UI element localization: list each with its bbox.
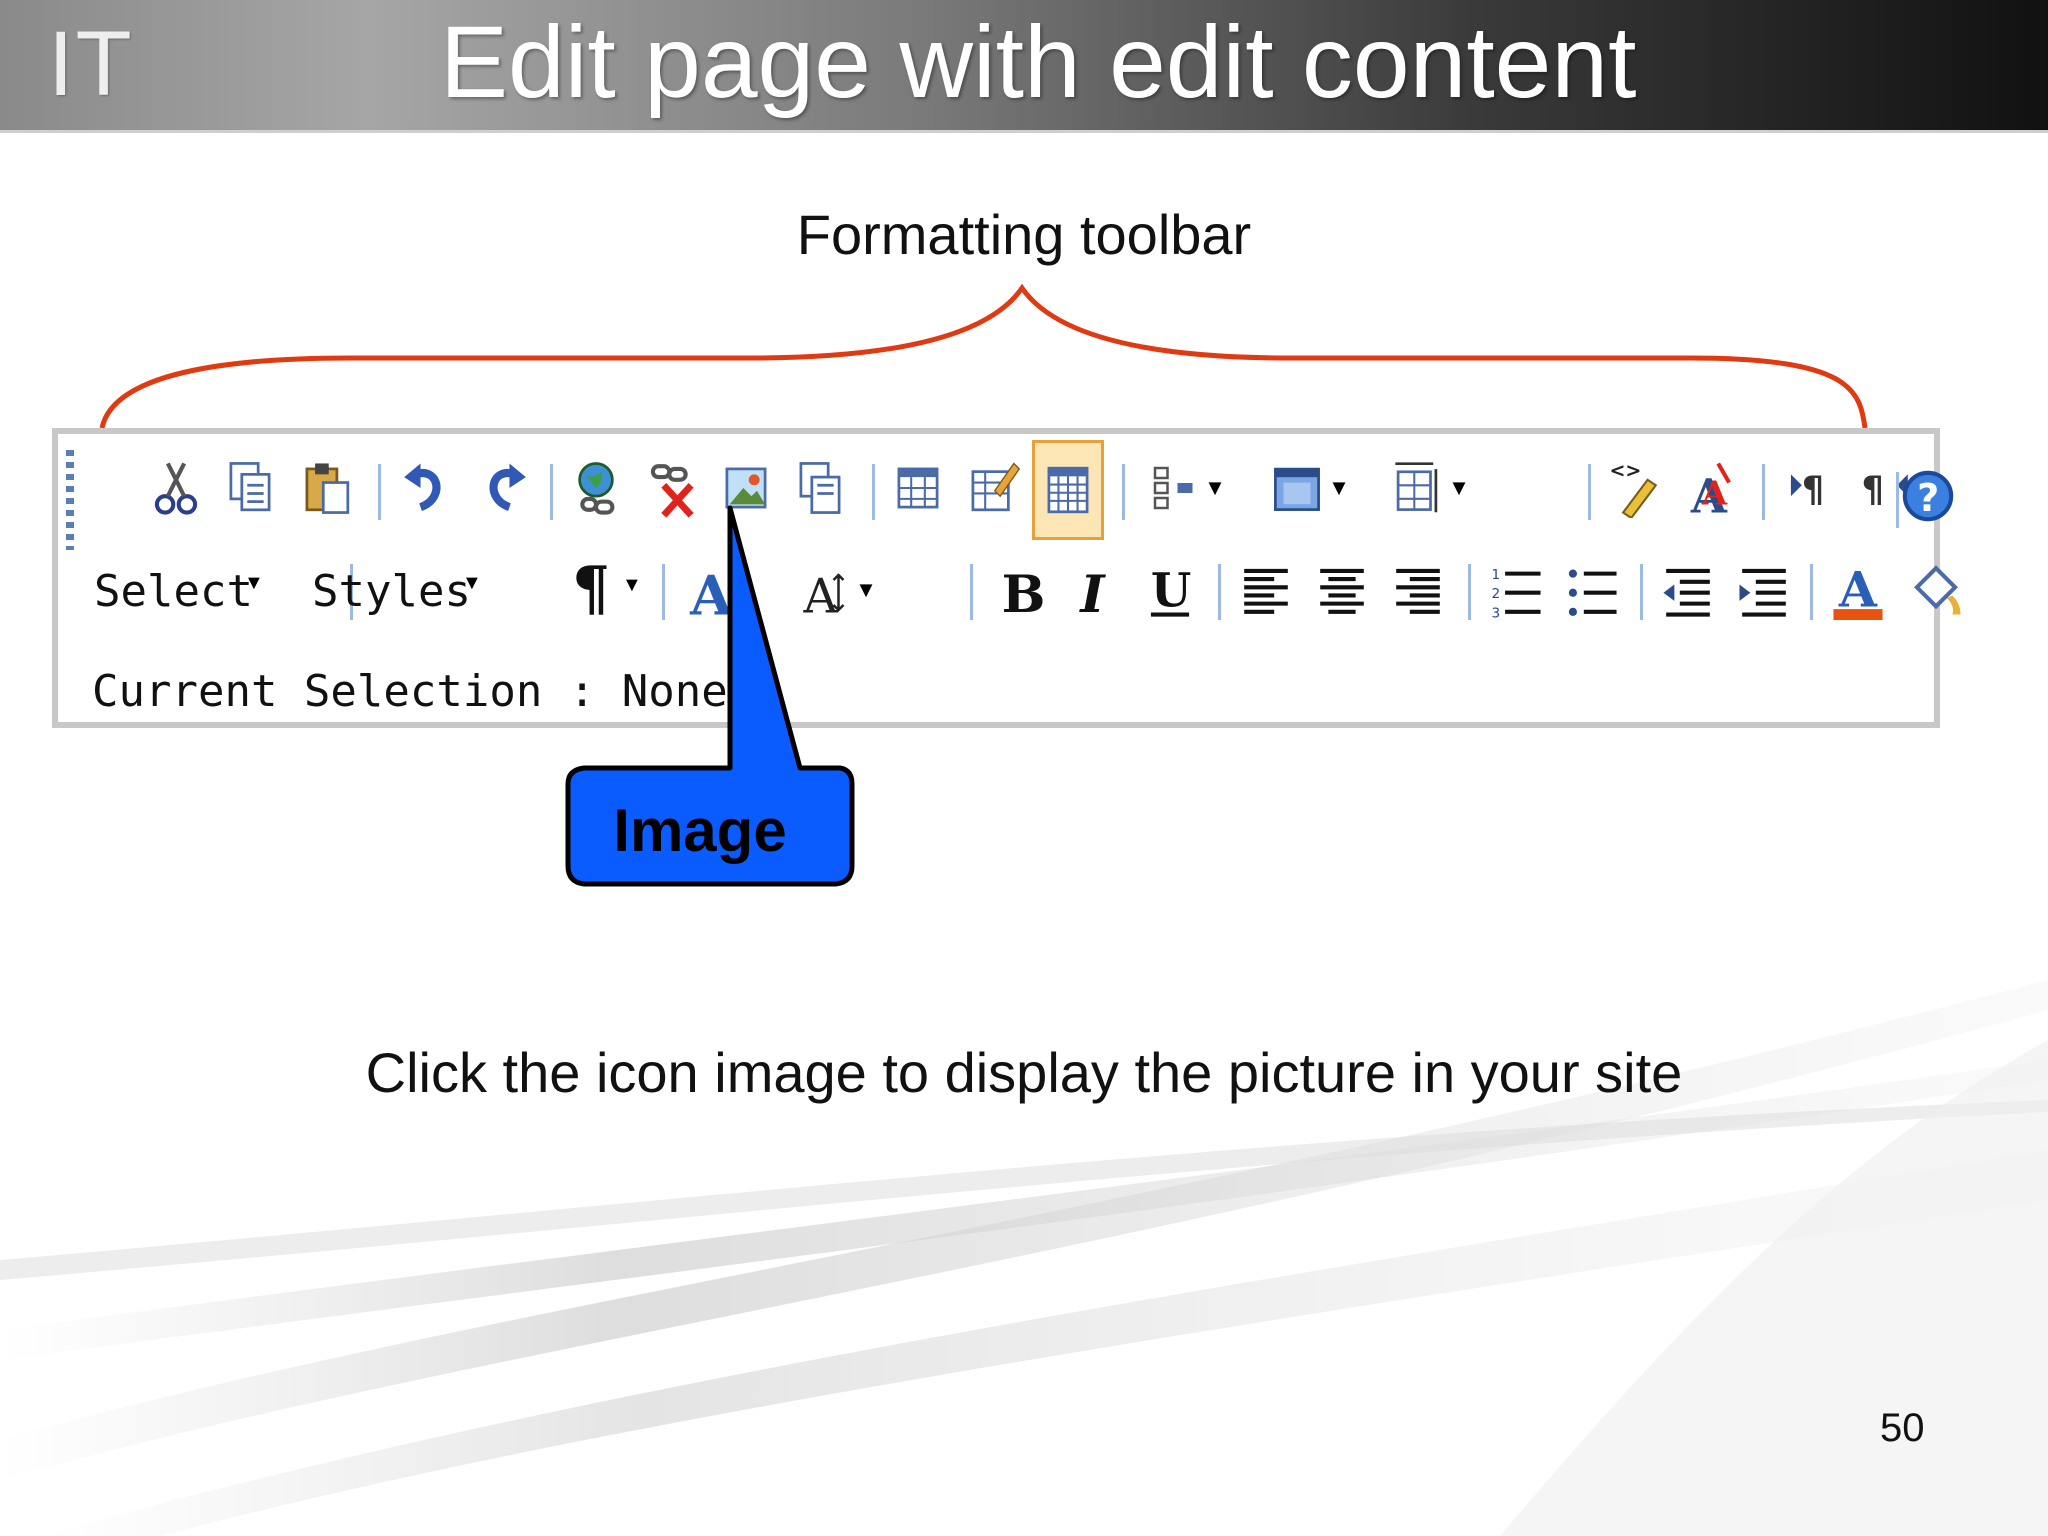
- help-icon[interactable]: ?: [1898, 450, 1958, 542]
- bulleted-list-icon[interactable]: [1562, 546, 1622, 634]
- toolbar-grip[interactable]: [66, 450, 74, 550]
- page-title: Edit page with edit content: [440, 5, 1637, 119]
- align-right-icon[interactable]: [1388, 546, 1448, 634]
- numbered-list-icon[interactable]: 1 2 3: [1486, 546, 1546, 634]
- chevron-down-icon: ▼: [244, 572, 264, 594]
- chevron-down-icon: ▼: [462, 572, 482, 594]
- styles-select-label: Styles: [312, 566, 471, 617]
- svg-text:¶: ¶: [1861, 470, 1884, 511]
- spell-check-icon[interactable]: AA: [1680, 442, 1740, 534]
- title-bar: IT Edit page with edit content: [0, 0, 2048, 133]
- merge-cells-icon[interactable]: ▼: [1380, 442, 1480, 534]
- italic-icon[interactable]: I: [1064, 546, 1124, 634]
- svg-text:U: U: [1151, 562, 1191, 617]
- toolbar-separator: [1810, 564, 1813, 620]
- toolbar-separator: [378, 464, 381, 520]
- svg-text:<>: <>: [1609, 459, 1641, 482]
- page-number: 50: [1880, 1406, 1925, 1450]
- brace-annotation: [99, 283, 1868, 429]
- ltr-icon[interactable]: ¶: [1780, 442, 1840, 534]
- callout-label: Image: [613, 797, 787, 864]
- cut-icon[interactable]: [146, 442, 206, 534]
- format-select-label: Select: [94, 566, 253, 617]
- insert-row-icon[interactable]: ▼: [1138, 442, 1238, 534]
- align-center-icon[interactable]: [1312, 546, 1372, 634]
- html-edit-icon[interactable]: <>: [1604, 442, 1664, 534]
- align-left-icon[interactable]: [1236, 546, 1296, 634]
- toolbar-caption: Formatting toolbar: [796, 203, 1252, 266]
- svg-text:I: I: [1078, 564, 1106, 620]
- format-select[interactable]: Select ▼: [94, 546, 264, 634]
- toolbar-separator: [1218, 564, 1221, 620]
- svg-text:3: 3: [1491, 605, 1500, 620]
- svg-text:1: 1: [1491, 567, 1500, 583]
- toolbar-separator: [1762, 464, 1765, 520]
- svg-text:2: 2: [1491, 586, 1500, 602]
- svg-text:A: A: [1701, 473, 1728, 512]
- redo-icon[interactable]: [474, 442, 534, 534]
- table-icon[interactable]: [888, 442, 948, 534]
- svg-text:¶: ¶: [1802, 470, 1825, 511]
- highlight-icon[interactable]: [1906, 546, 1966, 634]
- bold-icon[interactable]: B: [988, 546, 1048, 634]
- svg-text:B: B: [1002, 564, 1046, 620]
- indent-icon[interactable]: [1734, 546, 1794, 634]
- paste-icon[interactable]: [296, 442, 356, 534]
- styles-select[interactable]: Styles ▼: [312, 546, 492, 634]
- toolbar-separator: [1468, 564, 1471, 620]
- copy-icon[interactable]: [220, 442, 280, 534]
- instruction-text: Click the icon image to display the pict…: [365, 1041, 1683, 1104]
- font-color-icon[interactable]: A: [1828, 546, 1888, 634]
- insert-column-icon[interactable]: ▼: [1260, 442, 1360, 534]
- toolbar-row-2: Select ▼ Styles ▼ ¶ ▼ A A ▼ B I U 1 2 3 …: [94, 546, 1961, 642]
- toolbar-separator: [970, 564, 973, 620]
- toolbar-row-1: ▼ ▼ ▼ <> AA ¶ ¶: [94, 440, 1934, 542]
- undo-icon[interactable]: [396, 442, 456, 534]
- table-properties-icon[interactable]: [1032, 440, 1104, 540]
- svg-text:?: ?: [1917, 477, 1939, 521]
- outdent-icon[interactable]: [1658, 546, 1718, 634]
- edit-form-icon[interactable]: [962, 442, 1022, 534]
- underline-icon[interactable]: U: [1140, 546, 1200, 634]
- toolbar-separator: [1640, 564, 1643, 620]
- logo: IT: [48, 13, 134, 115]
- formatting-toolbar: ▼ ▼ ▼ <> AA ¶ ¶ ? Select ▼ Styles ▼ ¶ ▼ …: [52, 428, 1961, 728]
- toolbar-separator: [1588, 464, 1591, 520]
- toolbar-separator: [1122, 464, 1125, 520]
